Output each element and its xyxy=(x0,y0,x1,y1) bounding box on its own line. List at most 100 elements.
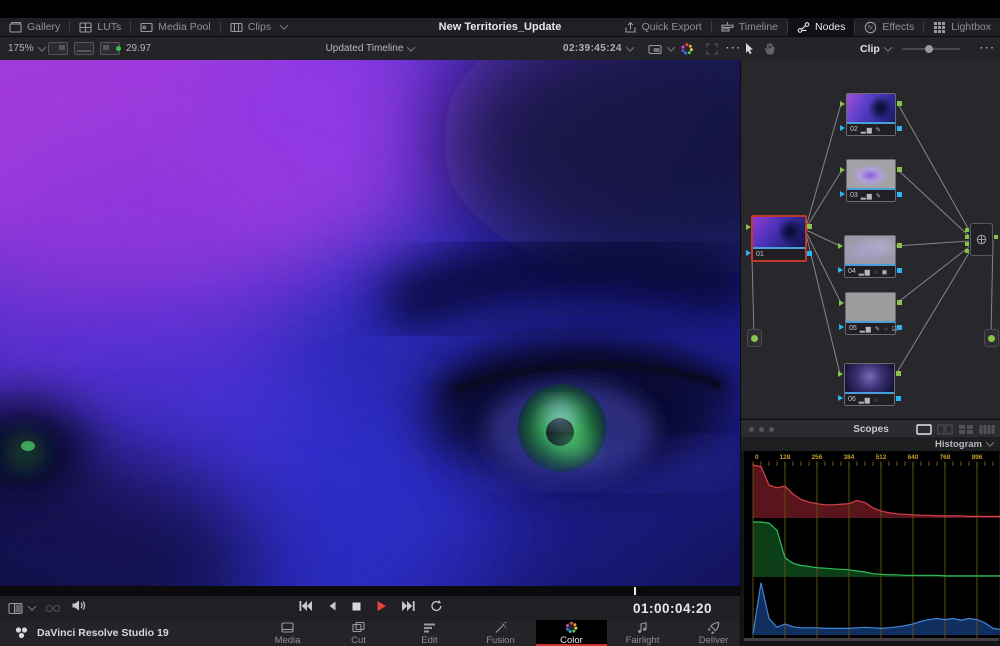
key-output-pin[interactable] xyxy=(897,126,902,131)
node-zoom-slider[interactable] xyxy=(902,37,960,60)
rgb-input-pin[interactable] xyxy=(838,371,843,377)
key-output-pin[interactable] xyxy=(807,251,812,256)
play-button[interactable] xyxy=(376,599,387,617)
rgb-input-pin[interactable] xyxy=(838,243,843,249)
rgb-output-pin[interactable] xyxy=(897,167,902,172)
source-input-node[interactable] xyxy=(747,329,762,347)
expand-icon xyxy=(706,43,718,55)
dual-scope-layout-icon[interactable] xyxy=(937,424,953,435)
toolbar-gallery-button[interactable]: Gallery xyxy=(0,18,69,36)
page-tab-fusion[interactable]: Fusion xyxy=(465,620,536,646)
rgb-output-pin[interactable] xyxy=(897,300,902,305)
luts-icon xyxy=(79,21,92,34)
pointer-arrow-icon xyxy=(744,42,755,55)
page-tab-fairlight[interactable]: Fairlight xyxy=(607,620,678,646)
key-input-pin[interactable] xyxy=(840,125,845,131)
toolbar-luts-button[interactable]: LUTs xyxy=(70,18,130,36)
viewer-options-menu[interactable]: ··· xyxy=(726,37,742,60)
toolbar-clips-button[interactable]: Clips xyxy=(221,18,296,36)
node-options-menu[interactable]: ··· xyxy=(980,37,996,60)
viewer-zoom-dropdown[interactable]: 175% xyxy=(8,37,45,60)
expand-viewer-button[interactable] xyxy=(706,37,718,60)
nodes-panel: 01 02▂▆ ✎ 03▂▆ ✎ 04▂▆ ○ ▣ xyxy=(740,60,1000,646)
page-label: Fairlight xyxy=(626,635,660,646)
toolbar-nodes-button[interactable]: Nodes xyxy=(788,18,854,36)
play-icon xyxy=(376,600,387,612)
step-back-button[interactable] xyxy=(327,599,337,617)
node-06[interactable]: 06▂▆ ○ xyxy=(844,363,895,406)
single-viewer-button[interactable] xyxy=(48,42,68,55)
node-05[interactable]: 05▂▆ ✎ ○ ☑ xyxy=(845,292,896,335)
stop-button[interactable] xyxy=(351,599,362,617)
deliver-page-icon xyxy=(707,621,720,634)
video-frame xyxy=(0,60,740,586)
rgb-input-pin[interactable] xyxy=(840,101,845,107)
slider-thumb[interactable] xyxy=(925,45,933,53)
grab-still-button[interactable] xyxy=(680,37,694,60)
camera-raw-dropdown[interactable] xyxy=(648,37,674,60)
button-label: Media Pool xyxy=(158,21,211,33)
rgb-input-pin[interactable] xyxy=(840,167,845,173)
key-input-pin[interactable] xyxy=(838,395,843,401)
rgb-output-pin[interactable] xyxy=(896,371,901,376)
gallery-icon xyxy=(9,21,22,34)
quad-scope-layout-icon[interactable] xyxy=(958,424,974,435)
node-badges: ▂▆ ✎ xyxy=(861,126,882,134)
go-to-start-button[interactable] xyxy=(298,599,313,617)
toolbar-quick-export-button[interactable]: Quick Export xyxy=(615,18,711,36)
layer-mixer-node[interactable] xyxy=(970,223,993,256)
clips-icon xyxy=(230,21,243,34)
single-scope-layout-icon[interactable] xyxy=(916,424,932,435)
rgb-output-pin[interactable] xyxy=(897,101,902,106)
grid-scope-layout-icon[interactable] xyxy=(979,424,995,435)
toolbar-lightbox-button[interactable]: Lightbox xyxy=(924,18,1000,36)
page-tab-cut[interactable]: Cut xyxy=(323,620,394,646)
toolbar-media-pool-button[interactable]: Media Pool xyxy=(131,18,220,36)
button-label: Nodes xyxy=(815,21,845,33)
viewer-scrub-bar[interactable] xyxy=(0,586,740,596)
loop-button[interactable] xyxy=(430,599,443,617)
page-tab-deliver[interactable]: Deliver xyxy=(678,620,749,646)
playhead-marker[interactable] xyxy=(634,587,636,595)
step-forward-button[interactable] xyxy=(401,599,416,617)
key-input-pin[interactable] xyxy=(840,191,845,197)
node-02[interactable]: 02▂▆ ✎ xyxy=(846,93,896,136)
rgb-input-pin[interactable] xyxy=(746,224,751,230)
key-input-pin[interactable] xyxy=(839,324,844,330)
node-graph[interactable]: 01 02▂▆ ✎ 03▂▆ ✎ 04▂▆ ○ ▣ xyxy=(741,60,1000,419)
source-pin xyxy=(751,335,758,342)
node-04[interactable]: 04▂▆ ○ ▣ xyxy=(844,235,896,278)
rgb-output-pin[interactable] xyxy=(897,243,902,248)
page-label: Edit xyxy=(421,635,437,646)
key-output-pin[interactable] xyxy=(897,268,902,273)
key-output-pin[interactable] xyxy=(897,192,902,197)
fusion-page-icon xyxy=(494,621,507,634)
output-node[interactable] xyxy=(984,329,999,347)
svg-text:640: 640 xyxy=(908,454,919,461)
pointer-tool-button[interactable] xyxy=(744,37,755,60)
node-mode-dropdown[interactable]: Clip xyxy=(860,37,891,60)
pan-tool-button[interactable] xyxy=(763,37,776,60)
rgb-output-pin[interactable] xyxy=(807,224,812,229)
node-03[interactable]: 03▂▆ ✎ xyxy=(846,159,896,202)
node-thumbnail xyxy=(847,160,895,190)
split-viewer-button[interactable] xyxy=(74,42,94,55)
record-timecode-dropdown[interactable]: 02:39:45:24 xyxy=(563,37,633,60)
key-output-pin[interactable] xyxy=(896,396,901,401)
key-output-pin[interactable] xyxy=(897,325,902,330)
top-toolbar: GalleryLUTsMedia PoolClips New Territori… xyxy=(0,18,1000,37)
page-tab-color[interactable]: Color xyxy=(536,620,607,646)
toolbar-effects-button[interactable]: fxEffects xyxy=(855,18,923,36)
timeline-selector-dropdown[interactable]: Updated Timeline xyxy=(326,43,415,54)
node-01[interactable]: 01 xyxy=(751,215,807,262)
key-input-pin[interactable] xyxy=(746,250,751,256)
scope-mode-dropdown[interactable]: Histogram xyxy=(741,437,1000,451)
page-tab-edit[interactable]: Edit xyxy=(394,620,465,646)
key-input-pin[interactable] xyxy=(838,267,843,273)
toolbar-timeline-button[interactable]: Timeline xyxy=(712,18,787,36)
rgb-input-pin[interactable] xyxy=(839,300,844,306)
color-viewer[interactable] xyxy=(0,60,740,586)
button-label: Gallery xyxy=(27,21,60,33)
page-tab-media[interactable]: Media xyxy=(252,620,323,646)
app-brand: DaVinci Resolve Studio 19 xyxy=(14,626,169,640)
